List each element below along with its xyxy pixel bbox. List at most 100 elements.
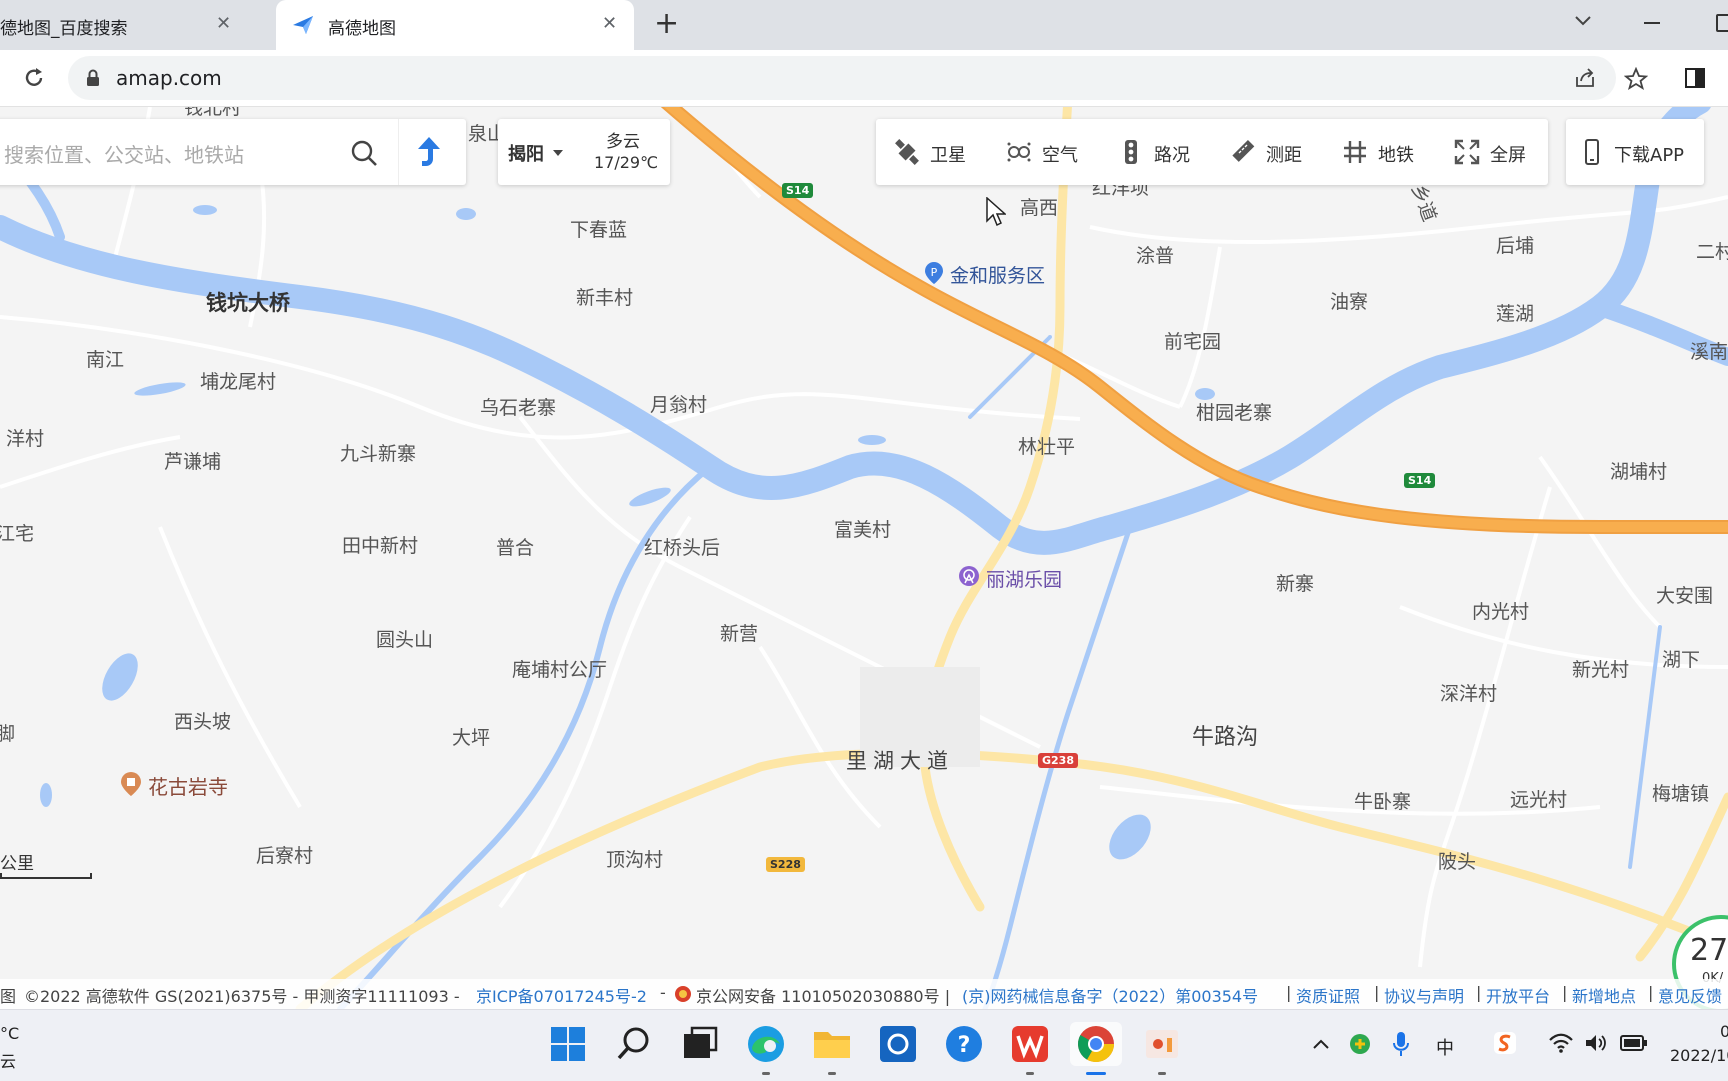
- place-label[interactable]: 内光村: [1472, 597, 1529, 624]
- place-label[interactable]: 顶沟村: [606, 845, 663, 872]
- icp-link[interactable]: 京ICP备07017245号-2: [476, 983, 647, 1007]
- bookmark-star-icon[interactable]: [1624, 67, 1648, 91]
- sogou-input-icon[interactable]: [1492, 1030, 1518, 1056]
- new-tab-button[interactable]: +: [654, 6, 679, 41]
- microphone-icon[interactable]: [1392, 1030, 1410, 1058]
- share-icon[interactable]: [1574, 67, 1596, 89]
- place-label[interactable]: 林壮平: [1018, 432, 1075, 459]
- place-label[interactable]: 富美村: [834, 515, 891, 542]
- volume-icon[interactable]: [1584, 1032, 1608, 1054]
- place-label[interactable]: 新丰村: [576, 283, 633, 310]
- wifi-icon[interactable]: [1548, 1032, 1574, 1054]
- omnibox[interactable]: amap.com: [68, 56, 1616, 100]
- place-label[interactable]: 新营: [720, 619, 758, 646]
- place-label[interactable]: 田中新村: [342, 531, 418, 558]
- place-label[interactable]: 月翁村: [650, 390, 707, 417]
- dropdown-caret-icon[interactable]: [552, 149, 564, 157]
- place-label[interactable]: 高西: [1020, 193, 1058, 220]
- road-label[interactable]: 里湖大道: [846, 745, 954, 775]
- place-label[interactable]: 大安围: [1656, 581, 1713, 608]
- place-label[interactable]: 庵埔村公厅: [512, 655, 607, 682]
- place-label[interactable]: 九斗新寨: [340, 439, 416, 466]
- place-label[interactable]: 大坪: [452, 723, 490, 750]
- clock-date[interactable]: 2022/10: [1670, 1046, 1728, 1065]
- place-label[interactable]: 前宅园: [1164, 327, 1221, 354]
- ime-indicator[interactable]: 中: [1436, 1034, 1454, 1060]
- place-label[interactable]: 溪南: [1690, 337, 1728, 364]
- place-label[interactable]: 二村: [1696, 237, 1728, 264]
- place-label[interactable]: 红桥头后: [644, 533, 720, 560]
- wps-button[interactable]: [1008, 1022, 1052, 1075]
- place-label[interactable]: 新光村: [1572, 655, 1629, 682]
- place-label[interactable]: 深洋村: [1440, 679, 1497, 706]
- satellite-label: 卫星: [930, 145, 966, 166]
- reload-icon[interactable]: [22, 66, 46, 90]
- start-button[interactable]: [546, 1022, 590, 1066]
- place-label[interactable]: 钱坑大桥: [206, 287, 290, 317]
- active-indicator: [1086, 1072, 1106, 1075]
- chrome-button[interactable]: [1070, 1022, 1122, 1075]
- feedback-link[interactable]: 意见反馈: [1658, 983, 1722, 1007]
- clock-time[interactable]: 0: [1720, 1022, 1728, 1041]
- place-label[interactable]: 埔龙尾村: [200, 367, 276, 394]
- place-label[interactable]: 新寨: [1276, 569, 1314, 596]
- search-button[interactable]: [612, 1022, 656, 1066]
- place-label[interactable]: 油寮: [1330, 287, 1368, 314]
- close-tab-icon[interactable]: ✕: [216, 13, 231, 34]
- open-platform-link[interactable]: 开放平台: [1486, 983, 1550, 1007]
- place-label[interactable]: 后寮村: [256, 841, 313, 868]
- app-button[interactable]: [1140, 1022, 1184, 1075]
- battery-icon[interactable]: [1620, 1034, 1648, 1052]
- place-label[interactable]: 莲湖: [1496, 299, 1534, 326]
- place-label[interactable]: 南江: [86, 345, 124, 372]
- edge-button[interactable]: [744, 1022, 788, 1075]
- side-panel-icon[interactable]: [1684, 67, 1706, 89]
- store-button[interactable]: [876, 1022, 920, 1066]
- map-canvas[interactable]: S14 S14 G238 S228 钱北村 泉山 下春蓝 新丰村 钱坑大桥 南江…: [0, 107, 1728, 1009]
- tab-baidu[interactable]: 德地图_百度搜索 ✕: [0, 0, 252, 50]
- edge-browser-icon: [748, 1026, 784, 1062]
- place-label[interactable]: 后埔: [1496, 231, 1534, 258]
- search-input[interactable]: 搜索位置、公交站、地铁站: [4, 139, 244, 168]
- close-tab-icon[interactable]: ✕: [602, 13, 617, 34]
- place-label[interactable]: 西头坡: [174, 707, 231, 734]
- weather-panel[interactable]: 揭阳 多云 17/29℃: [498, 119, 670, 185]
- place-label[interactable]: 圆头山: [376, 625, 433, 652]
- maximize-icon[interactable]: [1716, 14, 1728, 32]
- place-label[interactable]: 柑园老寨: [1196, 398, 1272, 425]
- weather-temp[interactable]: °C: [0, 1024, 19, 1043]
- help-button[interactable]: ?: [942, 1022, 986, 1066]
- city-name[interactable]: 揭阳: [508, 140, 544, 166]
- directions-arrow-icon[interactable]: [416, 135, 442, 169]
- drug-info-link[interactable]: (京)网药械信息备字（2022）第00354号: [962, 983, 1258, 1007]
- lock-icon[interactable]: [86, 69, 100, 87]
- minimize-icon[interactable]: [1644, 22, 1660, 24]
- add-place-link[interactable]: 新增地点: [1572, 983, 1636, 1007]
- place-label[interactable]: 牛路沟: [1192, 719, 1258, 751]
- place-label[interactable]: 下春蓝: [570, 215, 627, 242]
- agreement-link[interactable]: 协议与声明: [1384, 983, 1464, 1007]
- place-label[interactable]: 乌石老寨: [480, 393, 556, 420]
- place-label[interactable]: 江宅: [0, 519, 34, 546]
- place-label[interactable]: 牛卧寨: [1354, 787, 1411, 814]
- security-shield-icon[interactable]: [1348, 1032, 1372, 1056]
- explorer-button[interactable]: [810, 1022, 854, 1075]
- task-view-button[interactable]: [678, 1022, 722, 1066]
- tab-amap[interactable]: 高德地图 ✕: [276, 0, 634, 50]
- place-label[interactable]: 涂普: [1136, 241, 1174, 268]
- place-label[interactable]: 脚: [0, 719, 15, 746]
- place-label[interactable]: 湖埔村: [1610, 457, 1667, 484]
- place-label[interactable]: 洋村: [6, 424, 44, 451]
- search-icon[interactable]: [350, 139, 378, 167]
- place-label[interactable]: 芦谦埔: [164, 447, 221, 474]
- weather-condition[interactable]: 云: [0, 1048, 16, 1072]
- tray-overflow-chevron-icon[interactable]: [1312, 1038, 1330, 1050]
- place-label[interactable]: 湖下: [1662, 645, 1700, 672]
- place-label[interactable]: 远光村: [1510, 785, 1567, 812]
- qualification-link[interactable]: 资质证照: [1296, 983, 1360, 1007]
- download-app-button[interactable]: 下载APP: [1566, 119, 1704, 185]
- place-label[interactable]: 梅塘镇: [1652, 779, 1709, 806]
- place-label[interactable]: 陂头: [1438, 847, 1476, 874]
- place-label[interactable]: 普合: [496, 533, 534, 560]
- tab-search-chevron-icon[interactable]: [1574, 15, 1592, 27]
